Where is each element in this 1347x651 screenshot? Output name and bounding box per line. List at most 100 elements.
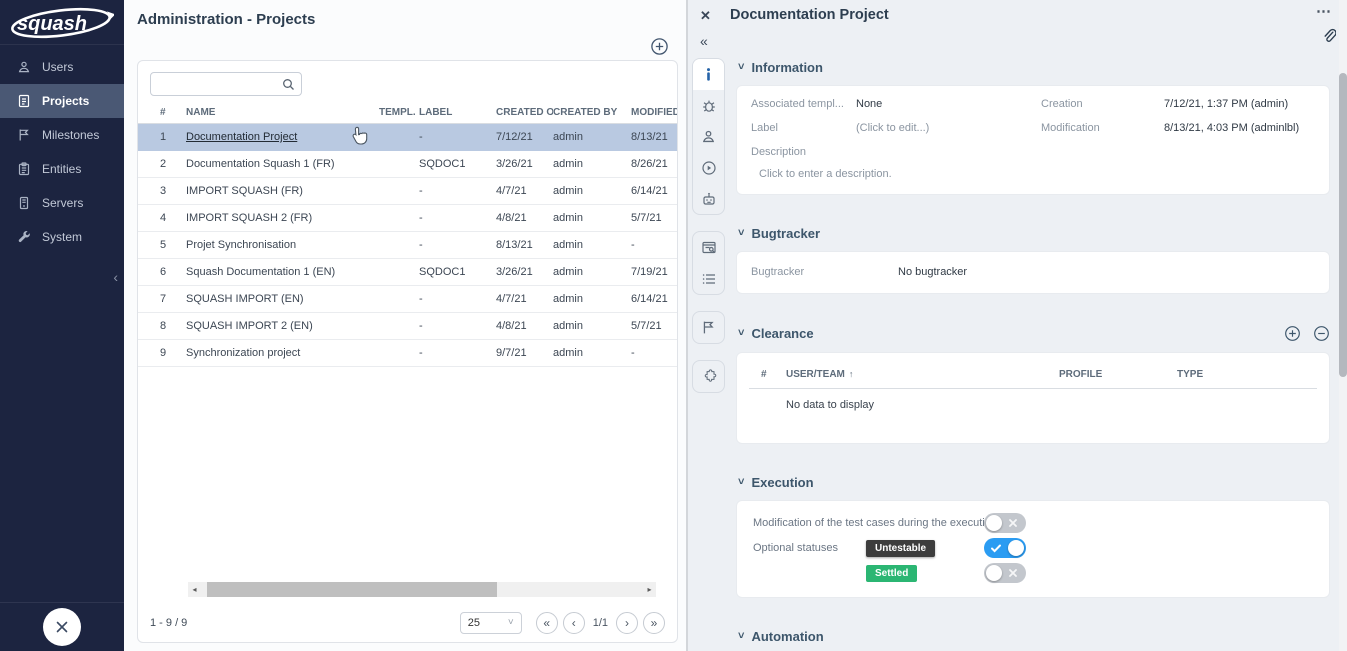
table-row[interactable]: 8 SQUASH IMPORT 2 (EN) - 4/8/21 admin 5/…	[138, 313, 678, 340]
description-label: Description	[751, 146, 1313, 158]
panel-collapse-icon[interactable]: «	[700, 33, 708, 49]
rail-group-reporting	[692, 231, 725, 295]
tab-execution[interactable]	[693, 152, 724, 183]
table-footer: 1 - 9 / 9 25 ˅ « ‹ 1/1 › »	[138, 606, 677, 642]
col-created-on[interactable]: CREATED ON	[496, 101, 553, 124]
col-modified[interactable]: MODIFIED	[631, 101, 678, 124]
col-created-by[interactable]: CREATED BY	[553, 101, 631, 124]
creation-label: Creation	[1041, 98, 1164, 110]
tab-bugtracker[interactable]	[693, 90, 724, 121]
chevron-down-icon[interactable]: ˅	[738, 62, 744, 73]
sidebar-item-entities[interactable]: Entities	[0, 152, 124, 186]
sidebar-footer	[0, 602, 124, 651]
sidebar-item-label: Entities	[42, 162, 81, 176]
modification-value: 8/13/21, 4:03 PM (adminlbl)	[1164, 122, 1313, 134]
col-label[interactable]: LABEL	[419, 101, 496, 124]
page-size-select[interactable]: 25 ˅	[460, 612, 522, 634]
scroll-left-arrow-icon[interactable]: ◂	[188, 582, 201, 597]
modification-during-execution-label: Modification of the test cases during th…	[753, 517, 984, 529]
toggle-modification[interactable]	[984, 513, 1026, 533]
toggle-knob	[986, 515, 1002, 531]
panel-scrollbar-thumb[interactable]	[1339, 73, 1347, 377]
attachment-paperclip-icon[interactable]	[1321, 27, 1336, 45]
tab-custom-fields[interactable]	[693, 263, 724, 294]
table-row[interactable]: 9 Synchronization project - 9/7/21 admin…	[138, 340, 678, 367]
clearance-col-profile[interactable]: PROFILE	[1059, 369, 1177, 380]
associated-template-value[interactable]: None	[856, 98, 1041, 110]
page-indicator: 1/1	[593, 617, 608, 629]
section-bugtracker-header: ˅ Bugtracker	[738, 226, 1330, 241]
last-page-button[interactable]: »	[643, 612, 665, 634]
section-title: Automation	[751, 629, 823, 644]
logout-close-button[interactable]	[43, 608, 81, 646]
description-placeholder[interactable]: Click to enter a description.	[751, 168, 1313, 180]
projects-table-card: # NAME TEMPL. LABEL CREATED ON CREATED B…	[137, 60, 678, 643]
scroll-right-arrow-icon[interactable]: ▸	[643, 582, 656, 597]
label-value[interactable]: (Click to edit...)	[856, 122, 1041, 134]
puzzle-icon	[701, 369, 717, 385]
table-row[interactable]: 2 Documentation Squash 1 (FR) SQDOC1 3/2…	[138, 151, 678, 178]
sidebar-item-users[interactable]: Users	[0, 50, 124, 84]
tab-custom-report[interactable]	[693, 232, 724, 263]
table-row[interactable]: 3 IMPORT SQUASH (FR) - 4/7/21 admin 6/14…	[138, 178, 678, 205]
information-card: Associated templ... None Creation 7/12/2…	[736, 85, 1330, 195]
next-page-button[interactable]: ›	[616, 612, 638, 634]
panel-scrollbar-track[interactable]	[1339, 0, 1347, 651]
table-row[interactable]: 4 IMPORT SQUASH 2 (FR) - 4/8/21 admin 5/…	[138, 205, 678, 232]
search-icon	[282, 78, 295, 91]
sidebar-item-projects[interactable]: Projects	[0, 84, 124, 118]
chevron-down-icon[interactable]: ˅	[738, 477, 744, 488]
panel-close-icon[interactable]: ✕	[700, 8, 711, 24]
remove-clearance-button[interactable]	[1313, 325, 1330, 342]
more-menu-icon[interactable]: ⋯	[1316, 2, 1332, 20]
bugtracker-value[interactable]: No bugtracker	[898, 266, 1313, 278]
flag-icon	[701, 320, 716, 335]
scrollbar-thumb[interactable]	[207, 582, 497, 597]
add-clearance-button[interactable]	[1284, 325, 1301, 342]
table-row[interactable]: 6 Squash Documentation 1 (EN) SQDOC1 3/2…	[138, 259, 678, 286]
horizontal-scrollbar[interactable]: ◂ ▸	[188, 582, 656, 597]
tab-milestones[interactable]	[693, 312, 724, 343]
table-row[interactable]: 1 Documentation Project - 7/12/21 admin …	[138, 124, 678, 151]
chevron-down-icon[interactable]: ˅	[738, 228, 744, 239]
col-num[interactable]: #	[138, 101, 186, 124]
clearance-col-type[interactable]: TYPE	[1177, 369, 1317, 380]
play-circle-icon	[701, 160, 717, 176]
sidebar-item-system[interactable]: System	[0, 220, 124, 254]
search-input[interactable]	[151, 73, 301, 95]
table-row[interactable]: 5 Projet Synchronisation - 8/13/21 admin…	[138, 232, 678, 259]
sidebar-collapse-chevron[interactable]: ‹	[113, 270, 118, 284]
chevron-down-icon[interactable]: ˅	[738, 328, 744, 339]
clearance-empty-text: No data to display	[749, 389, 1317, 411]
col-templ[interactable]: TEMPL.	[379, 101, 419, 124]
squash-logo: squash	[0, 0, 124, 45]
clearance-card: # USER/TEAM↑ PROFILE TYPE No data to dis…	[736, 352, 1330, 444]
chevron-down-icon[interactable]: ˅	[738, 631, 744, 642]
col-name[interactable]: NAME	[186, 101, 379, 124]
section-title: Execution	[751, 475, 813, 490]
first-page-button[interactable]: «	[536, 612, 558, 634]
table-row[interactable]: 7 SQUASH IMPORT (EN) - 4/7/21 admin 6/14…	[138, 286, 678, 313]
sidebar-item-servers[interactable]: Servers	[0, 186, 124, 220]
section-automation-header: ˅ Automation	[738, 629, 1330, 644]
tab-automation[interactable]	[693, 183, 724, 214]
tab-plugins[interactable]	[693, 361, 724, 392]
prev-page-button[interactable]: ‹	[563, 612, 585, 634]
clearance-col-num[interactable]: #	[761, 369, 786, 380]
add-project-button[interactable]	[650, 37, 669, 56]
section-execution-header: ˅ Execution	[738, 475, 1330, 490]
robot-icon	[701, 191, 717, 207]
toggle-settled[interactable]	[984, 563, 1026, 583]
toggle-untestable[interactable]	[984, 538, 1026, 558]
clearance-col-user[interactable]: USER/TEAM↑	[786, 369, 1059, 380]
list-icon	[701, 271, 717, 287]
panel-title: Documentation Project	[730, 7, 889, 23]
row-count: 1 - 9 / 9	[150, 617, 187, 629]
execution-modification-row: Modification of the test cases during th…	[753, 511, 1313, 535]
tab-permissions[interactable]	[693, 121, 724, 152]
server-icon	[17, 196, 31, 210]
tab-information[interactable]	[693, 59, 724, 90]
sidebar-item-milestones[interactable]: Milestones	[0, 118, 124, 152]
scrollbar-track[interactable]	[201, 582, 643, 597]
logo-text: squash	[17, 13, 87, 35]
